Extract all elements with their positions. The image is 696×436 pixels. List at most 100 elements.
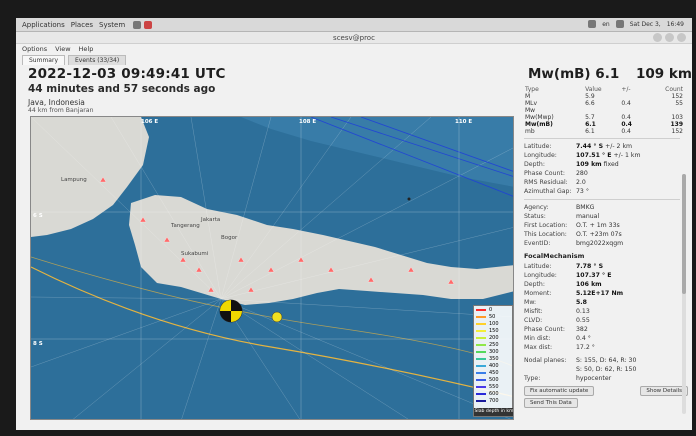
details-scrollbar[interactable] [682, 174, 686, 414]
legend-label: 0 [489, 306, 493, 313]
legend-label: 700 [489, 397, 499, 404]
menu-view[interactable]: View [55, 45, 70, 53]
legend-label: 500 [489, 376, 499, 383]
system-menu[interactable]: System [99, 21, 125, 29]
table-row[interactable]: Mw(Mwp) 5.7 0.4 103 [524, 114, 684, 121]
legend-row: 600 [474, 390, 512, 397]
lon-label-110: 110 E [455, 119, 473, 125]
place-jakarta: Jakarta [201, 217, 221, 223]
legend-label: 300 [489, 348, 499, 355]
legend-label: 550 [489, 383, 499, 390]
legend-label: 400 [489, 362, 499, 369]
focal-latitude: Latitude: 7.78 ° S [524, 263, 604, 270]
menu-options[interactable]: Options [22, 45, 47, 53]
browser-icon[interactable] [144, 20, 153, 29]
fix-auto-update-button[interactable]: Fix automatic update [524, 386, 595, 396]
send-this-data-button[interactable]: Send This Data [524, 398, 578, 408]
legend-swatch [476, 329, 486, 332]
focal-nodal-planes-2: S: 50, D: 62, R: 150 [576, 366, 637, 373]
network-icon[interactable] [588, 20, 597, 28]
event-details-panel: Type Value +/- Count M 5.9 152 MLv 6.6 0.4 55… [524, 86, 688, 430]
divider [524, 138, 680, 139]
map-canvas[interactable] [31, 117, 514, 420]
info-agency: Agency: BMKG [524, 204, 595, 211]
legend-swatch [476, 399, 486, 402]
volume-icon[interactable] [615, 20, 624, 28]
nearest-city: 44 km from Banjaran [28, 107, 94, 114]
focal-longitude: Longitude: 107.37 ° E [524, 272, 612, 279]
event-datetime: 2022-12-03 09:49:41 UTC [28, 66, 226, 82]
maximize-icon[interactable] [665, 33, 674, 42]
legend-row: 150 [474, 327, 512, 334]
origin-gap: Azimuthal Gap: 73 ° [524, 188, 589, 195]
places-menu[interactable]: Places [71, 21, 93, 29]
window-titlebar[interactable]: scesv@proc [16, 32, 692, 44]
focal-type: Type: hypocenter [524, 375, 612, 382]
legend-row: 700 [474, 397, 512, 404]
place-sukabumi: Sukabumi [181, 251, 209, 257]
event-time-ago: 44 minutes and 57 seconds ago [28, 83, 216, 95]
lat-label-8s: 8 S [33, 341, 43, 347]
focal-mechanism-title: FocalMechanism [524, 252, 585, 260]
magnitude-table: Type Value +/- Count M 5.9 152 MLv 6.6 0.4 55… [524, 86, 684, 135]
info-first-location: First Location: O.T. + 1m 33s [524, 222, 620, 229]
legend-swatch [476, 392, 486, 395]
tab-bar: Summary Events (33/34) [22, 55, 127, 65]
event-region: Java, Indonesia [28, 98, 85, 107]
applications-menu[interactable]: Applications [22, 21, 65, 29]
menu-help[interactable]: Help [79, 45, 94, 53]
system-tray: en Sat Dec 3, 16:49 [588, 20, 684, 28]
legend-label: 250 [489, 341, 499, 348]
focal-misfit: Misfit: 0.13 [524, 308, 590, 315]
tray-time[interactable]: 16:49 [667, 21, 684, 28]
terminal-icon[interactable] [133, 20, 142, 29]
info-this-location: This Location: O.T. +23m 07s [524, 231, 622, 238]
legend-row: 300 [474, 348, 512, 355]
launcher-icons[interactable] [133, 20, 153, 29]
window-title: scesv@proc [333, 34, 375, 42]
tab-events[interactable]: Events (33/34) [68, 55, 127, 65]
legend-swatch [476, 308, 486, 311]
origin-rms: RMS Residual: 2.0 [524, 179, 586, 186]
keyboard-language[interactable]: en [602, 21, 610, 28]
system-top-panel: Applications Places System en Sat Dec 3,… [16, 18, 692, 32]
legend-row: 500 [474, 376, 512, 383]
scrollbar-thumb[interactable] [682, 174, 686, 294]
legend-label: 150 [489, 327, 499, 334]
legend-swatch [476, 322, 486, 325]
epicenter-marker[interactable] [271, 311, 283, 323]
legend-label: 100 [489, 320, 499, 327]
tray-date[interactable]: Sat Dec 3, [630, 21, 661, 28]
slab-depth-legend: 0 50 100 150 200 250 300 350 400 450 500 550 600 700 S… [473, 305, 513, 417]
origin-longitude: Longitude: 107.51 ° E +/- 1 km [524, 152, 641, 159]
mouse-cursor [407, 197, 411, 201]
table-row[interactable]: Mw [524, 107, 684, 114]
legend-swatch [476, 350, 486, 353]
legend-swatch [476, 343, 486, 346]
legend-swatch [476, 357, 486, 360]
legend-row: 250 [474, 341, 512, 348]
divider [524, 199, 680, 200]
legend-swatch [476, 378, 486, 381]
legend-row: 450 [474, 369, 512, 376]
show-details-button[interactable]: Show Details [640, 386, 688, 396]
legend-caption: Slab depth in km [474, 408, 514, 416]
focal-min-dist: Min dist: 0.4 ° [524, 335, 591, 342]
table-row-selected[interactable]: Mw(mB) 6.1 0.4 139 [524, 121, 684, 128]
table-row[interactable]: MLv 6.6 0.4 55 [524, 100, 684, 107]
minimize-icon[interactable] [653, 33, 662, 42]
table-row[interactable]: M 5.9 152 [524, 93, 684, 100]
legend-row: 400 [474, 362, 512, 369]
event-map[interactable]: 106 E 108 E 110 E 6 S 8 S Lampung Tanger… [30, 116, 514, 420]
magnitude-title: Mw(mB) 6.1 [528, 66, 620, 82]
table-row[interactable]: mb 6.1 0.4 152 [524, 128, 684, 135]
beachball-icon[interactable] [219, 299, 243, 323]
legend-label: 350 [489, 355, 499, 362]
origin-phase-count: Phase Count: 280 [524, 170, 588, 177]
legend-label: 50 [489, 313, 496, 320]
legend-row: 550 [474, 383, 512, 390]
legend-swatch [476, 315, 486, 318]
info-event-id: EventID: bmg2022xqgm [524, 240, 624, 247]
close-icon[interactable] [677, 33, 686, 42]
tab-summary[interactable]: Summary [22, 55, 65, 65]
